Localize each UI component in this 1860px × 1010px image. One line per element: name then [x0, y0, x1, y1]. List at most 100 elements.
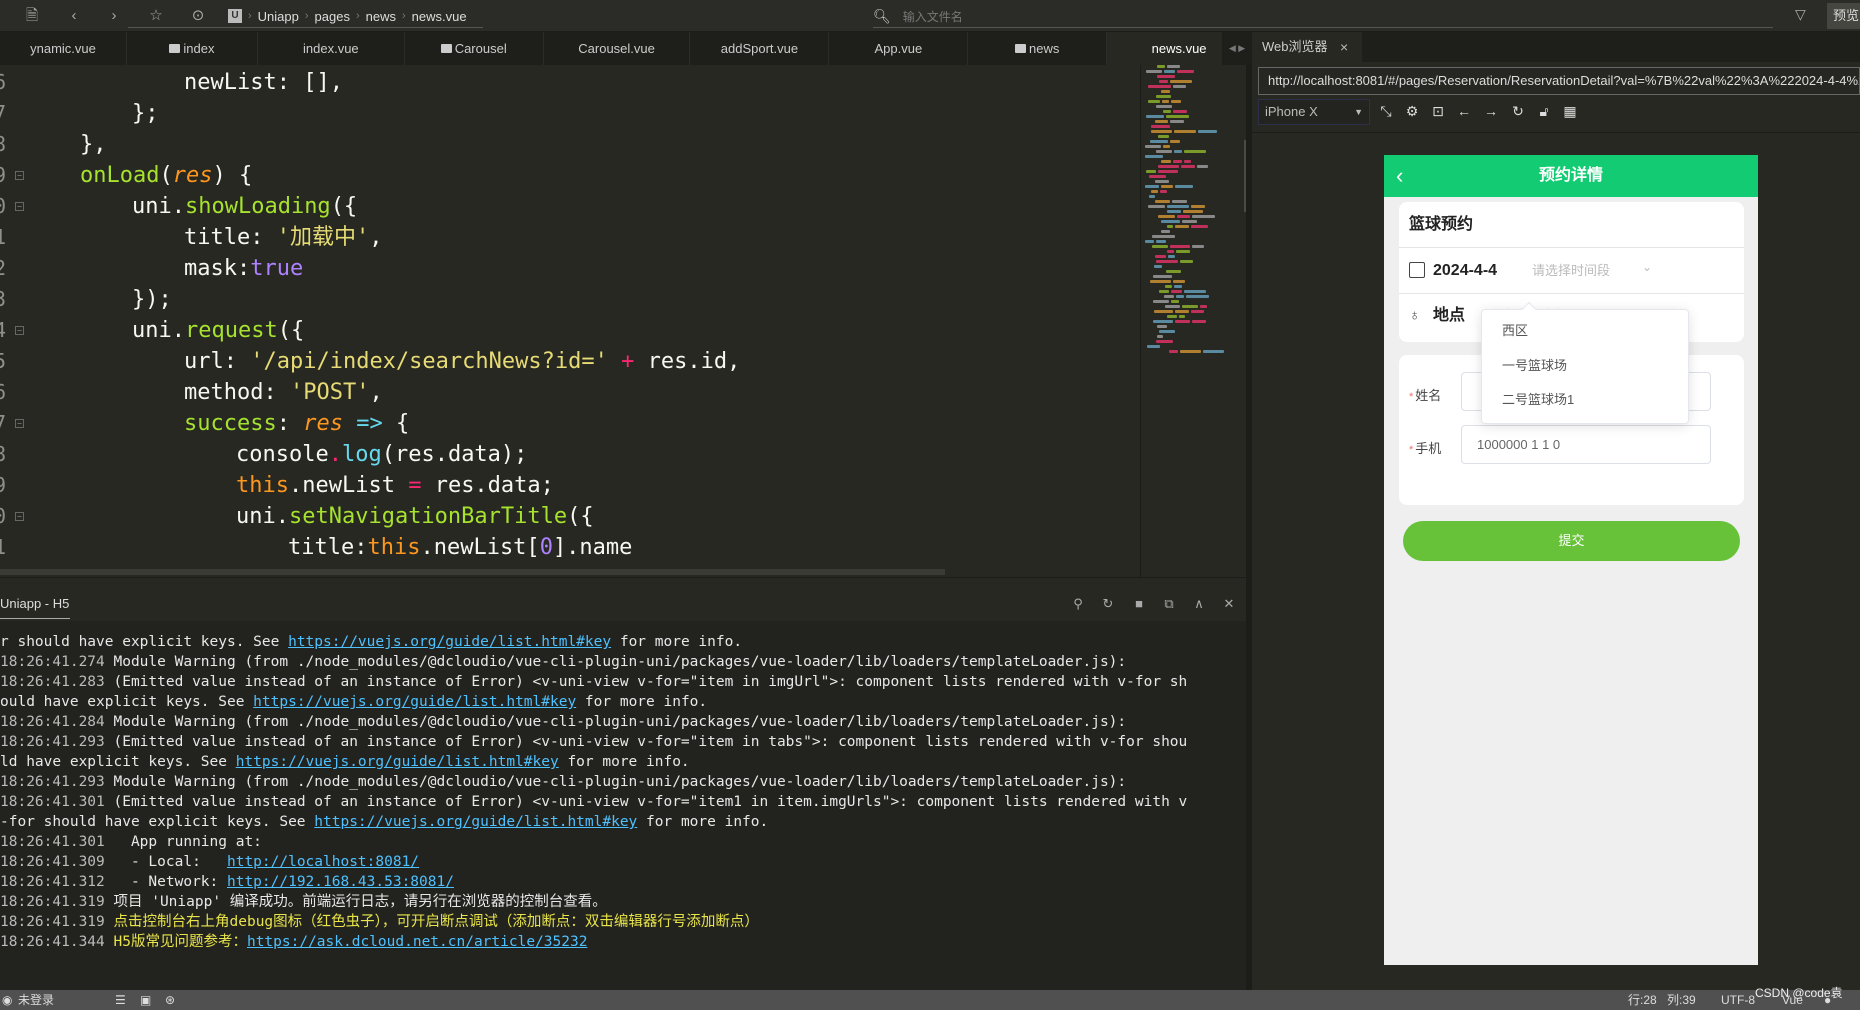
line-number[interactable]: 3 — [0, 284, 14, 315]
console-link[interactable]: http://192.168.43.53:8081/ — [227, 874, 454, 890]
save-icon[interactable]: 🗎 — [22, 6, 42, 26]
code-line[interactable]: 5 url: '/api/index/searchNews?id=' + res.… — [0, 346, 1140, 377]
code-line[interactable]: 8}, — [0, 129, 1140, 160]
settings-gear-icon[interactable]: ⚙ — [1402, 101, 1422, 121]
filter-icon[interactable]: ▽ — [1795, 6, 1806, 23]
cursor-row[interactable]: 行:28 — [1628, 990, 1657, 1010]
code-line[interactable]: 6 method: 'POST', — [0, 377, 1140, 408]
notification-icon[interactable]: ● — [1824, 990, 1831, 1010]
phone-field[interactable]: 1000000 1 1 0 — [1461, 425, 1711, 464]
dropdown-option[interactable]: 二号篮球场1 — [1502, 383, 1574, 417]
line-number[interactable]: 9 — [0, 160, 14, 191]
minimap[interactable] — [1140, 65, 1252, 577]
arrow-left-icon[interactable]: ← — [1454, 101, 1474, 121]
file-search-input[interactable]: 🔍︎ 输入文件名 — [873, 6, 963, 26]
code-line[interactable]: 7}; — [0, 98, 1140, 129]
close-icon[interactable]: × — [1340, 32, 1348, 62]
time-slot-select[interactable]: 请选择时间段 — [1532, 248, 1610, 294]
lock-icon[interactable]: 🔓︎ — [1534, 101, 1554, 121]
debug-bug-icon[interactable]: ⚲ — [1070, 596, 1086, 612]
line-number[interactable]: 1 — [0, 532, 14, 563]
console-tab-title[interactable]: Uniapp - H5 — [0, 596, 69, 611]
code-line[interactable]: 7− success: res => { — [0, 408, 1140, 439]
plugin-icon[interactable]: ⊛ — [165, 990, 175, 1010]
line-number[interactable]: 8 — [0, 129, 14, 160]
code-line[interactable]: 1 title:this.newList[0].name — [0, 532, 1140, 563]
code-line[interactable]: 8 console.log(res.data); — [0, 439, 1140, 470]
line-number[interactable]: 9 — [0, 470, 14, 501]
open-external-icon[interactable]: ⧉ — [1161, 596, 1177, 612]
line-number[interactable]: 6 — [0, 67, 14, 98]
tab-index[interactable]: index — [127, 32, 258, 65]
tab-carousel-vue[interactable]: Carousel.vue — [544, 32, 691, 65]
dropdown-option[interactable]: 西区 — [1502, 314, 1528, 348]
fold-toggle-icon[interactable]: − — [15, 512, 24, 521]
code-line[interactable]: 0− uni.setNavigationBarTitle({ — [0, 501, 1140, 532]
console-link[interactable]: https://vuejs.org/guide/list.html#key — [236, 754, 559, 770]
line-number[interactable]: 8 — [0, 439, 14, 470]
encoding[interactable]: UTF-8 — [1721, 990, 1755, 1010]
selected-date[interactable]: 2024-4-4 — [1433, 248, 1497, 294]
tab-app-vue[interactable]: App.vue — [829, 32, 969, 65]
back-icon[interactable]: ‹ — [64, 6, 84, 26]
rotate-icon[interactable]: ⤡ — [1376, 101, 1396, 121]
refresh-icon[interactable]: ↻ — [1508, 101, 1528, 121]
code-line[interactable]: 4− uni.request({ — [0, 315, 1140, 346]
console-link[interactable]: https://vuejs.org/guide/list.html#key — [314, 814, 637, 830]
editor-horizontal-scrollbar[interactable] — [0, 569, 945, 575]
code-editor[interactable]: 6 newList: [], 7}; 8}, 9− onLoad(res) {0− uni.… — [0, 65, 1140, 577]
date-row[interactable]: 2024-4-4 请选择时间段 ⌄ — [1399, 248, 1744, 294]
rerun-icon[interactable]: ↻ — [1100, 596, 1116, 612]
breadcrumb-item[interactable]: news — [366, 9, 396, 24]
qrcode-icon[interactable]: ▦ — [1560, 101, 1580, 121]
line-number[interactable]: 0 — [0, 501, 14, 532]
browser-tab[interactable]: Web浏览器 × — [1252, 32, 1362, 62]
tab-ynamic-vue[interactable]: ynamic.vue — [0, 32, 127, 65]
devtools-terminal-icon[interactable]: ⊡ — [1428, 101, 1448, 121]
submit-button[interactable]: 提交 — [1403, 521, 1740, 561]
fold-toggle-icon[interactable]: − — [15, 171, 24, 180]
console-link[interactable]: https://vuejs.org/guide/list.html#key — [288, 634, 611, 650]
code-line[interactable]: 9 this.newList = res.data; — [0, 470, 1140, 501]
cursor-col[interactable]: 列:39 — [1667, 990, 1696, 1010]
tab-scroll-arrows[interactable]: ◀ ▶ — [1222, 32, 1252, 65]
line-number[interactable]: 2 — [0, 253, 14, 284]
device-select[interactable]: iPhone X ▼ — [1258, 99, 1370, 125]
line-number[interactable]: 0 — [0, 191, 14, 222]
maximize-chevron-up-icon[interactable]: ∧ — [1191, 596, 1207, 612]
tab-addsport-vue[interactable]: addSport.vue — [690, 32, 830, 65]
line-number[interactable]: 5 — [0, 346, 14, 377]
console-link[interactable]: https://ask.dcloud.net.cn/article/35232 — [247, 934, 587, 950]
clear-console-icon[interactable]: ✕ — [1221, 596, 1237, 612]
console-link[interactable]: https://vuejs.org/guide/list.html#key — [253, 694, 576, 710]
code-line[interactable]: 6 newList: [], — [0, 67, 1140, 98]
preview-button[interactable]: 预览 — [1827, 3, 1860, 29]
breadcrumb-item[interactable]: news.vue — [412, 9, 467, 24]
code-line[interactable]: 3}); — [0, 284, 1140, 315]
login-status[interactable]: 未登录 — [18, 990, 54, 1010]
line-number[interactable]: 4 — [0, 315, 14, 346]
line-number[interactable]: 6 — [0, 377, 14, 408]
line-number[interactable]: 7 — [0, 408, 14, 439]
breadcrumb-item[interactable]: pages — [315, 9, 350, 24]
fold-toggle-icon[interactable]: − — [15, 202, 24, 211]
arrow-right-icon[interactable]: → — [1481, 101, 1501, 121]
tab-news[interactable]: news — [968, 32, 1108, 65]
url-input[interactable]: http://localhost:8081/#/pages/Reservatio… — [1258, 67, 1860, 95]
code-line[interactable]: 0− uni.showLoading({ — [0, 191, 1140, 222]
stop-icon[interactable]: ■ — [1131, 596, 1147, 612]
code-line[interactable]: 2 mask:true — [0, 253, 1140, 284]
code-line[interactable]: 9− onLoad(res) { — [0, 160, 1140, 191]
breadcrumb-item[interactable]: Uniapp — [258, 9, 299, 24]
tab-index-vue[interactable]: index.vue — [258, 32, 405, 65]
console-link[interactable]: http://localhost:8081/ — [227, 854, 419, 870]
dropdown-option[interactable]: 一号篮球场 — [1502, 349, 1567, 383]
back-chevron-icon[interactable]: ‹ — [1396, 155, 1403, 197]
chevron-down-icon[interactable]: ⌄ — [1642, 260, 1652, 274]
fold-toggle-icon[interactable]: − — [15, 326, 24, 335]
user-icon[interactable]: ◉ — [2, 990, 12, 1010]
line-number[interactable]: 7 — [0, 98, 14, 129]
code-line[interactable]: 1 title: '加载中', — [0, 222, 1140, 253]
fold-toggle-icon[interactable]: − — [15, 419, 24, 428]
tab-carousel[interactable]: Carousel — [405, 32, 544, 65]
